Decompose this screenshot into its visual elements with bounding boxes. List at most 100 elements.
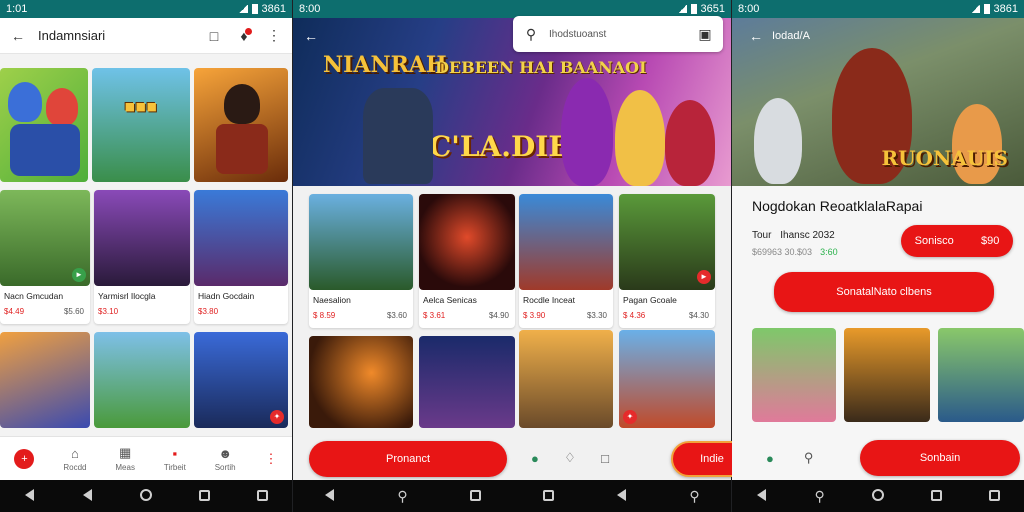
search-icon[interactable]: ⚲ bbox=[809, 488, 831, 505]
back-arrow-icon[interactable]: ← bbox=[8, 28, 28, 44]
card-badge-icon: ► bbox=[697, 270, 711, 284]
tab-grid[interactable]: ▦ Meas bbox=[115, 445, 135, 472]
game-card[interactable]: ► Nacn Gmcudan $4.49 $5.60 bbox=[0, 190, 90, 324]
status-bar: 1:01 3861 bbox=[0, 0, 292, 18]
tab-home[interactable]: ● bbox=[531, 451, 539, 466]
nav-home-icon[interactable] bbox=[867, 488, 889, 504]
hero-character-figure bbox=[561, 78, 613, 186]
featured-thumb-3[interactable] bbox=[194, 68, 288, 182]
hero-banner[interactable]: ← Iodad/A RUONAUIS bbox=[732, 18, 1024, 186]
search-placeholder[interactable]: Ihodstuoanst bbox=[549, 29, 687, 40]
nav-back-icon[interactable] bbox=[750, 488, 772, 504]
card-rating: $3.30 bbox=[586, 311, 607, 320]
system-nav-bar: ⚲ ⚲ bbox=[293, 480, 731, 512]
game-card[interactable]: Yarmisrl Ilocgla $3.10 bbox=[94, 190, 190, 324]
grid-icon: ▦ bbox=[119, 445, 132, 460]
card-title: Pagan Gcoale bbox=[623, 295, 677, 305]
hero-logo: RUONAUIS bbox=[881, 146, 1008, 170]
card-rating: $3.60 bbox=[386, 311, 407, 320]
hero-character-figure bbox=[615, 90, 665, 186]
game-thumb[interactable] bbox=[309, 336, 413, 428]
battery-icon bbox=[983, 4, 990, 14]
message-icon[interactable]: ▣ bbox=[695, 26, 715, 43]
more-vert-icon: ⋮ bbox=[264, 450, 278, 466]
featured-thumb-2[interactable]: ■■■ bbox=[92, 68, 190, 182]
nav-recent-icon[interactable] bbox=[925, 488, 947, 504]
notification-icon[interactable]: ♦ bbox=[234, 27, 254, 44]
tab-create[interactable]: + bbox=[14, 448, 35, 469]
card-title: Rocdle Inceat bbox=[523, 295, 575, 305]
back-arrow-icon[interactable]: ← bbox=[301, 28, 321, 44]
related-thumb[interactable] bbox=[752, 328, 836, 422]
bottom-action-button[interactable]: Sonbain bbox=[860, 440, 1020, 476]
status-right: 3861 bbox=[261, 3, 286, 15]
tab-home[interactable]: ⌂ Rocdd bbox=[63, 446, 86, 472]
character-figure bbox=[46, 88, 78, 126]
card-thumb bbox=[519, 194, 613, 290]
nav-recent-icon[interactable] bbox=[465, 488, 487, 504]
bell-icon: ♢ bbox=[564, 450, 576, 465]
game-thumb[interactable] bbox=[0, 332, 90, 428]
price-button-label: Sonisco bbox=[914, 235, 954, 247]
game-card[interactable]: Hiadn Gocdain $3.80 bbox=[194, 190, 288, 324]
featured-thumb-1[interactable] bbox=[0, 68, 88, 182]
triple-screenshot: 1:01 3861 ← Indamnsiari □ ♦ ⋮ ■■■ ► Nacn… bbox=[0, 0, 1024, 512]
nav-recent-icon[interactable] bbox=[984, 488, 1006, 504]
status-time: 1:01 bbox=[6, 3, 28, 15]
status-time: 8:00 bbox=[299, 3, 321, 15]
tab-library[interactable]: ▪ Tirbeit bbox=[164, 446, 186, 472]
nav-recent-icon[interactable] bbox=[252, 488, 274, 504]
game-thumb[interactable] bbox=[419, 336, 515, 428]
game-thumb[interactable] bbox=[94, 332, 190, 428]
tab-label: Tirbeit bbox=[163, 462, 186, 472]
nav-recent-icon[interactable] bbox=[538, 488, 560, 504]
card-thumb bbox=[419, 194, 515, 290]
card-price: $3.80 bbox=[198, 307, 219, 316]
related-thumb[interactable] bbox=[844, 328, 930, 422]
price-button[interactable]: Sonisco $90 bbox=[901, 225, 1013, 257]
hero-knight-figure bbox=[363, 88, 433, 184]
primary-button[interactable]: Pronanct bbox=[309, 441, 507, 477]
card-title: Naesalion bbox=[313, 295, 351, 305]
game-thumb[interactable]: ✦ bbox=[619, 330, 715, 428]
tab-search[interactable]: ⚲ bbox=[804, 450, 814, 466]
tab-home[interactable]: ● bbox=[766, 451, 774, 466]
tab-profile[interactable]: ☻ Sortih bbox=[215, 446, 236, 472]
search-icon[interactable]: ⚲ bbox=[684, 488, 706, 505]
home-icon: ⌂ bbox=[70, 445, 79, 461]
panel-browse: 1:01 3861 ← Indamnsiari □ ♦ ⋮ ■■■ ► Nacn… bbox=[0, 0, 292, 512]
nav-back-icon[interactable] bbox=[18, 488, 40, 504]
battery-icon bbox=[690, 4, 697, 14]
game-meta: Tour Ihansc 2032 bbox=[752, 230, 835, 241]
nav-home-icon[interactable] bbox=[135, 488, 157, 504]
game-thumb[interactable]: ✦ bbox=[194, 332, 288, 428]
game-card[interactable]: Aelca Senicas $ 3.61 $4.90 bbox=[419, 194, 515, 328]
game-thumb[interactable] bbox=[519, 330, 613, 428]
search-icon[interactable]: ⚲ bbox=[392, 488, 414, 505]
back-arrow-icon[interactable]: ← bbox=[746, 28, 766, 44]
game-card[interactable]: Rocdle Inceat $ 3.90 $3.30 bbox=[519, 194, 613, 328]
card-title: Aelca Senicas bbox=[423, 295, 477, 305]
bookmark-icon[interactable]: □ bbox=[204, 28, 224, 44]
tab-label: Rocdd bbox=[63, 462, 87, 472]
battery-icon bbox=[251, 4, 258, 14]
game-card[interactable]: ► Pagan Gcoale $ 4.36 $4.30 bbox=[619, 194, 715, 328]
cta-button[interactable]: SonatalNato clbens bbox=[774, 272, 994, 312]
card-price: $ 8.59 bbox=[313, 311, 336, 320]
game-logo: ■■■ bbox=[124, 99, 158, 113]
search-bar[interactable]: ⚲ Ihodstuoanst ▣ bbox=[513, 16, 723, 52]
nav-back-icon[interactable] bbox=[319, 488, 341, 504]
nav-recent-icon[interactable] bbox=[193, 488, 215, 504]
more-vert-icon[interactable]: ⋮ bbox=[264, 27, 284, 44]
nav-back-icon[interactable] bbox=[611, 488, 633, 504]
tab-more[interactable]: ⋮ bbox=[265, 451, 278, 467]
card-rating: $5.60 bbox=[63, 307, 84, 316]
game-card[interactable]: Naesalion $ 8.59 $3.60 bbox=[309, 194, 413, 328]
tab-library[interactable]: □ bbox=[601, 451, 609, 466]
tab-bell[interactable]: ♢ bbox=[564, 450, 576, 466]
card-thumb bbox=[94, 190, 190, 286]
page-title: Indamnsiari bbox=[38, 28, 106, 43]
related-thumb[interactable] bbox=[938, 328, 1024, 422]
nav-back-icon[interactable] bbox=[77, 488, 99, 504]
panel-detail: 8:00 3861 ← Iodad/A RUONAUIS Nogdokan Re… bbox=[732, 0, 1024, 512]
